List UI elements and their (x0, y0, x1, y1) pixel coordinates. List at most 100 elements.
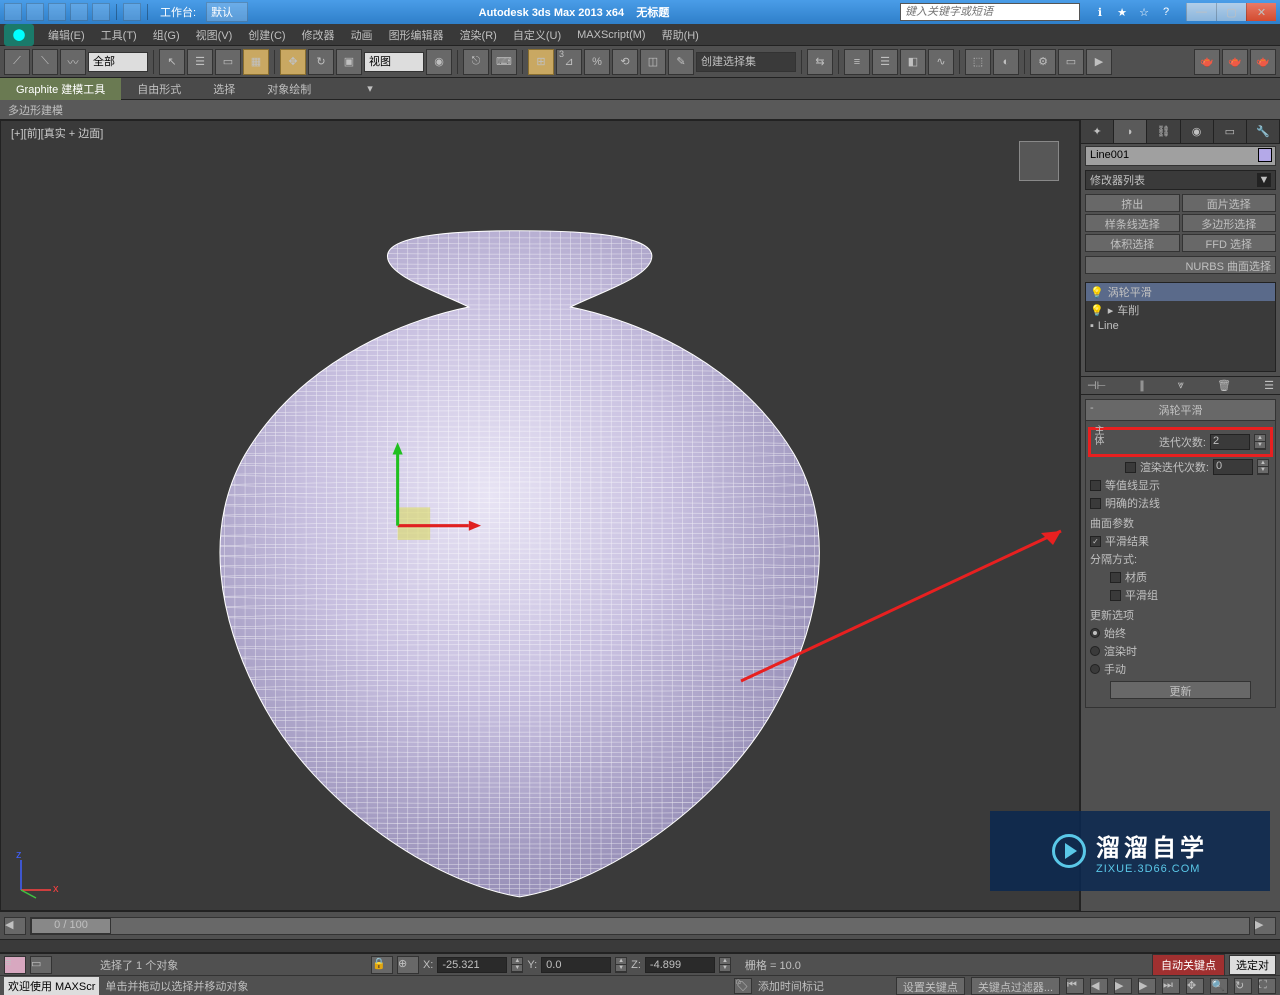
pin-stack-icon[interactable]: ⊣⊢ (1087, 379, 1106, 392)
key-mode-combo[interactable]: 选定对 (1229, 955, 1276, 975)
btn-extrude[interactable]: 挤出 (1085, 194, 1180, 212)
ribbon-tab-freeform[interactable]: 自由形式 (121, 78, 197, 100)
btn-ffd-select[interactable]: FFD 选择 (1182, 234, 1277, 252)
motion-tab-icon[interactable]: ◉ (1181, 120, 1214, 143)
btn-spline-select[interactable]: 样条线选择 (1085, 214, 1180, 232)
menu-group[interactable]: 组(G) (145, 24, 188, 46)
x-field[interactable]: -25.321 (437, 957, 507, 973)
viewport-label[interactable]: [+][前][真实 + 边面] (11, 125, 103, 141)
iterations-spinner[interactable]: 2 (1210, 434, 1250, 450)
object-color-swatch[interactable] (1258, 148, 1272, 162)
time-slider[interactable]: 0 / 100 (30, 917, 1250, 935)
iterations-spinner-buttons[interactable]: ▲▼ (1254, 434, 1266, 450)
y-spinner[interactable]: ▲▼ (615, 957, 627, 973)
remove-modifier-icon[interactable]: 🗑 (1217, 379, 1231, 392)
communication-icon[interactable]: ★ (1114, 4, 1130, 20)
menu-views[interactable]: 视图(V) (188, 24, 241, 46)
move-icon[interactable]: ✥ (280, 49, 306, 75)
maximize-button[interactable]: ▢ (1216, 3, 1246, 21)
angle-snap-icon[interactable]: 3⊿ (556, 49, 582, 75)
goto-start-icon[interactable]: ⏮ (1066, 978, 1084, 994)
app-menu-icon[interactable]: ⬤ (4, 24, 34, 46)
render-iter-spinner[interactable]: 0 (1213, 459, 1253, 475)
close-button[interactable]: ✕ (1246, 3, 1276, 21)
rotate-icon[interactable]: ↻ (308, 49, 334, 75)
rollout-header[interactable]: -涡轮平滑 (1086, 400, 1275, 421)
set-key-button[interactable]: 设置关键点 (896, 977, 965, 995)
update-always-radio[interactable] (1090, 628, 1100, 638)
utilities-tab-icon[interactable]: 🔧 (1247, 120, 1280, 143)
nav-maximize-icon[interactable]: ⛶ (1258, 978, 1276, 994)
script-listener-icon[interactable]: ≡ (4, 956, 26, 974)
select-object-icon[interactable]: ↖ (159, 49, 185, 75)
btn-poly-select[interactable]: 多边形选择 (1182, 214, 1277, 232)
render-production-icon[interactable]: ▶ (1086, 49, 1112, 75)
play-icon[interactable]: ▶ (1114, 978, 1132, 994)
nav-pan-icon[interactable]: ✥ (1186, 978, 1204, 994)
isolate-selection-icon[interactable]: ▭ (30, 956, 52, 974)
render-iter-checkbox[interactable] (1125, 462, 1136, 473)
y-field[interactable]: 0.0 (541, 957, 611, 973)
menu-animation[interactable]: 动画 (343, 24, 381, 46)
time-ruler[interactable] (0, 939, 1280, 953)
modifier-stack[interactable]: 💡涡轮平滑 💡▸车削 ▪Line (1085, 282, 1276, 372)
add-time-tag[interactable]: 添加时间标记 (758, 978, 824, 994)
menu-create[interactable]: 创建(C) (240, 24, 293, 46)
expand-icon[interactable]: ▪ (1090, 320, 1094, 332)
qat-new-icon[interactable] (4, 3, 22, 21)
ribbon-tab-object-paint[interactable]: 对象绘制 (251, 78, 327, 100)
select-manipulate-icon[interactable]: ⎋ (463, 49, 489, 75)
window-crossing-icon[interactable]: ▦ (243, 49, 269, 75)
render-iter-spinner-buttons[interactable]: ▲▼ (1257, 459, 1269, 475)
z-spinner[interactable]: ▲▼ (719, 957, 731, 973)
time-slider-thumb[interactable]: 0 / 100 (31, 918, 111, 934)
btn-vol-select[interactable]: 体积选择 (1085, 234, 1180, 252)
edit-named-icon[interactable]: ✎ (668, 49, 694, 75)
named-selection-combo[interactable]: 创建选择集 (696, 52, 796, 72)
modifier-list-combo[interactable]: 修改器列表▼ (1085, 170, 1276, 190)
minimize-button[interactable]: — (1186, 3, 1216, 21)
menu-rendering[interactable]: 渲染(R) (452, 24, 505, 46)
help-icon[interactable]: ? (1158, 4, 1174, 20)
smooth-result-checkbox[interactable]: ✓ (1090, 536, 1101, 547)
render-setup-icon[interactable]: ⚙ (1030, 49, 1056, 75)
rectangle-region-icon[interactable]: ▭ (215, 49, 241, 75)
display-tab-icon[interactable]: ▭ (1214, 120, 1247, 143)
btn-nurbs-select[interactable]: NURBS 曲面选择 (1085, 256, 1276, 274)
isoline-checkbox[interactable] (1090, 480, 1101, 491)
ribbon-tab-graphite[interactable]: Graphite 建模工具 (0, 78, 121, 100)
keyboard-shortcut-icon[interactable]: ⌨ (491, 49, 517, 75)
nav-zoom-icon[interactable]: 🔍 (1210, 978, 1228, 994)
make-unique-icon[interactable]: ⩔ (1178, 379, 1184, 392)
update-manual-radio[interactable] (1090, 664, 1100, 674)
timeline-right-icon[interactable]: ▶ (1254, 917, 1276, 935)
workspace-dropdown[interactable]: 默认 (206, 2, 248, 22)
menu-customize[interactable]: 自定义(U) (505, 24, 569, 46)
ref-coord-combo[interactable]: 视图 (364, 52, 424, 72)
ribbon-expand-icon[interactable]: ▾ (367, 82, 373, 95)
configure-sets-icon[interactable]: ☰ (1264, 379, 1274, 392)
menu-modifiers[interactable]: 修改器 (294, 24, 343, 46)
ribbon-tab-selection[interactable]: 选择 (197, 78, 251, 100)
bind-space-warp-icon[interactable]: 〰 (60, 49, 86, 75)
percent-snap-icon[interactable]: % (584, 49, 610, 75)
object-name-field[interactable]: Line001 (1085, 146, 1276, 166)
menu-maxscript[interactable]: MAXScript(M) (569, 26, 653, 44)
menu-edit[interactable]: 编辑(E) (40, 24, 93, 46)
update-render-radio[interactable] (1090, 646, 1100, 656)
schematic-view-icon[interactable]: ⬚ (965, 49, 991, 75)
explicit-normals-checkbox[interactable] (1090, 498, 1101, 509)
prev-frame-icon[interactable]: ◀ (1090, 978, 1108, 994)
edged-faces-icon[interactable]: ◫ (640, 49, 666, 75)
menu-help[interactable]: 帮助(H) (654, 24, 707, 46)
viewcube[interactable] (1019, 141, 1059, 181)
lightbulb-icon[interactable]: 💡 (1090, 286, 1104, 299)
timeline-left-icon[interactable]: ◀ (4, 917, 26, 935)
lock-selection-icon[interactable]: 🔒 (371, 956, 393, 974)
smoothgroup-checkbox[interactable] (1110, 590, 1121, 601)
viewport[interactable]: [+][前][真实 + 边面] (0, 120, 1080, 911)
x-spinner[interactable]: ▲▼ (511, 957, 523, 973)
time-tag-icon[interactable]: 🏷 (734, 978, 752, 994)
layer-manager-icon[interactable]: ☰ (872, 49, 898, 75)
teapot1-icon[interactable]: 🫖 (1194, 49, 1220, 75)
